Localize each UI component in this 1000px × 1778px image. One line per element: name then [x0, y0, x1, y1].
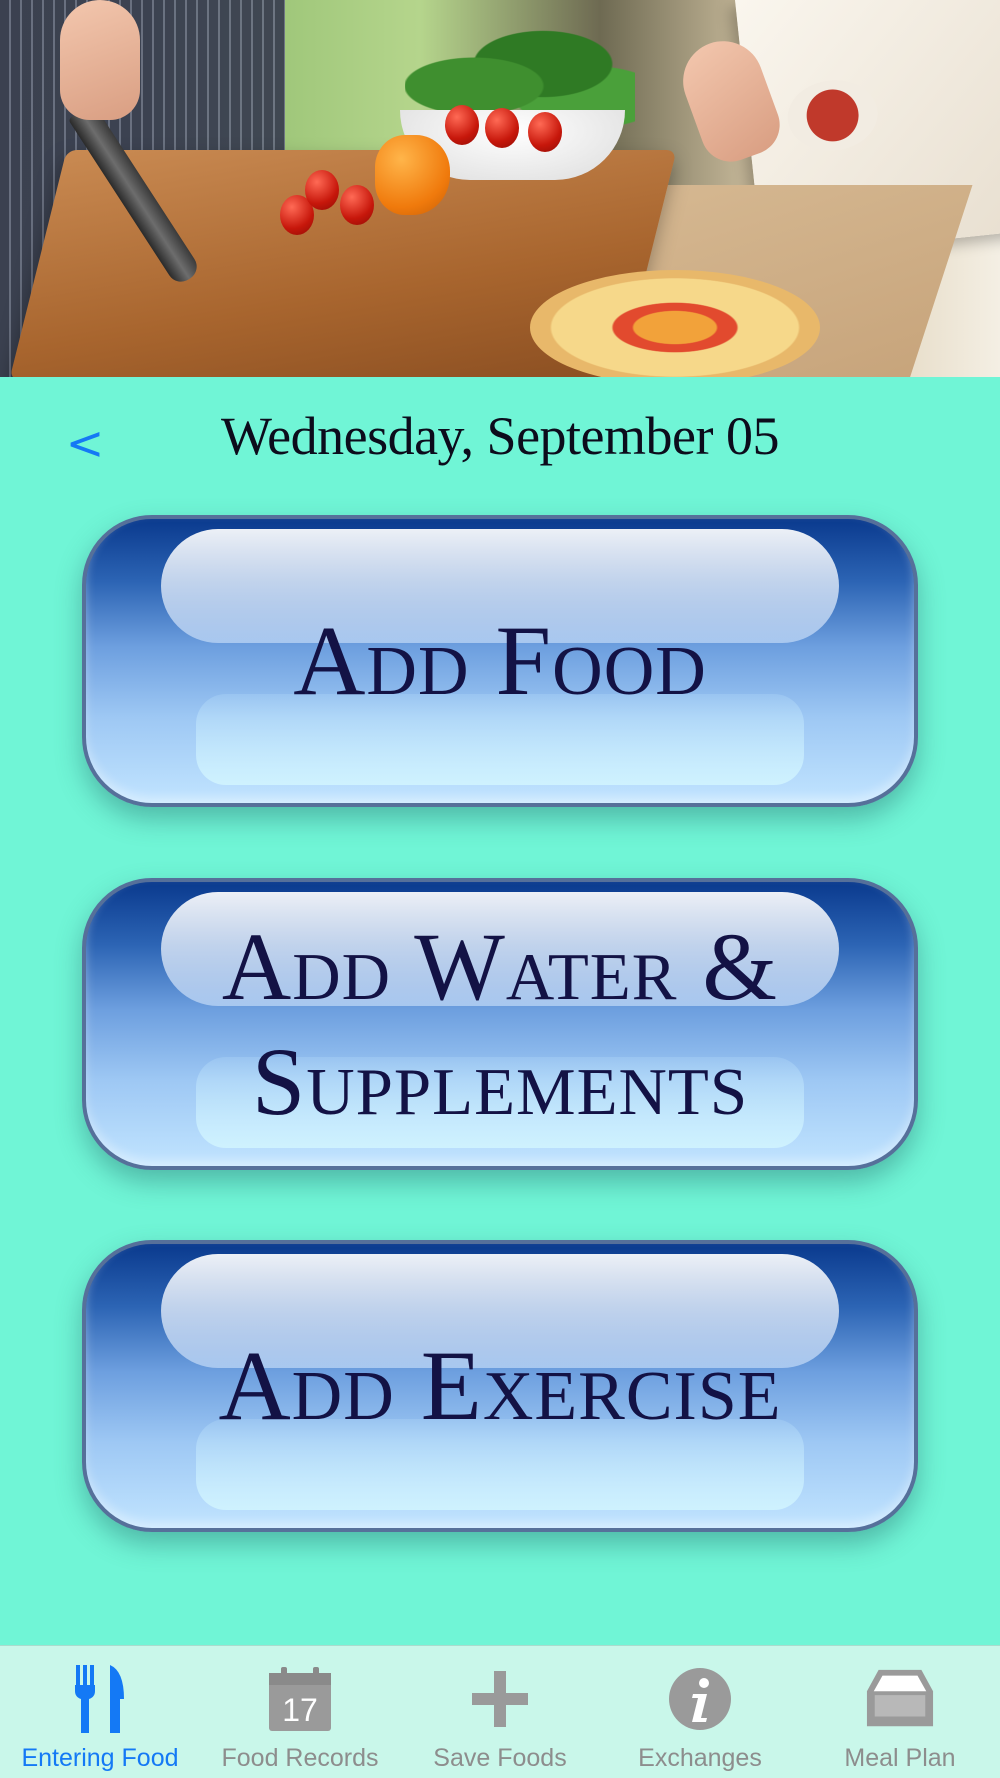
- tab-label: Entering Food: [21, 1744, 179, 1772]
- add-water-supplements-label: Add Water & Supplements: [221, 912, 779, 1135]
- hero-photo: [0, 0, 1000, 377]
- tab-label: Food Records: [221, 1744, 379, 1772]
- tab-meal-plan[interactable]: Meal Plan: [800, 1646, 1000, 1778]
- tab-exchanges[interactable]: Exchanges: [600, 1646, 800, 1778]
- date-title: Wednesday, September 05: [221, 406, 779, 466]
- add-exercise-label: Add Exercise: [218, 1330, 782, 1441]
- tab-label: Save Foods: [433, 1744, 567, 1772]
- calendar-icon: 17: [265, 1664, 335, 1734]
- tab-save-foods[interactable]: Save Foods: [400, 1646, 600, 1778]
- info-icon: [665, 1664, 735, 1734]
- tab-bar: Entering Food 17 Food Records Save Foods: [0, 1645, 1000, 1778]
- tab-entering-food[interactable]: Entering Food: [0, 1646, 200, 1778]
- tab-food-records[interactable]: 17 Food Records: [200, 1646, 400, 1778]
- add-food-button[interactable]: Add Food: [82, 515, 918, 807]
- tray-icon: [865, 1664, 935, 1734]
- fork-knife-icon: [65, 1664, 135, 1734]
- back-button[interactable]: <: [55, 413, 115, 473]
- svg-text:17: 17: [282, 1692, 318, 1728]
- add-exercise-button[interactable]: Add Exercise: [82, 1240, 918, 1532]
- add-water-supplements-button[interactable]: Add Water & Supplements: [82, 878, 918, 1170]
- tab-label: Exchanges: [638, 1744, 762, 1772]
- tab-label: Meal Plan: [844, 1744, 956, 1772]
- date-header: < Wednesday, September 05: [0, 395, 1000, 485]
- add-food-label: Add Food: [293, 605, 707, 716]
- plus-icon: [465, 1664, 535, 1734]
